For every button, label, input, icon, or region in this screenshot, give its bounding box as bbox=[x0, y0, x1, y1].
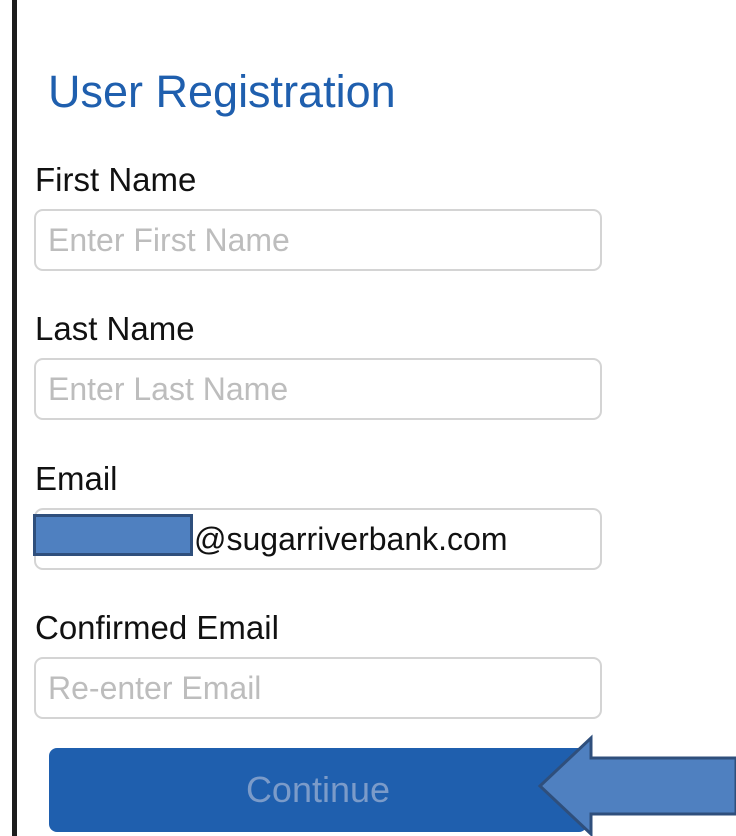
continue-button[interactable]: Continue bbox=[49, 748, 587, 832]
last-name-label: Last Name bbox=[35, 310, 195, 347]
last-name-input[interactable] bbox=[34, 358, 602, 420]
confirmed-email-input[interactable] bbox=[34, 657, 602, 719]
left-border-line bbox=[12, 0, 17, 836]
email-redaction-box bbox=[33, 514, 193, 556]
callout-arrow-icon bbox=[537, 734, 736, 836]
first-name-input[interactable] bbox=[34, 209, 602, 271]
first-name-label: First Name bbox=[35, 161, 197, 198]
callout-arrow-shape bbox=[537, 734, 736, 836]
page-title: User Registration bbox=[48, 66, 396, 117]
confirmed-email-label: Confirmed Email bbox=[35, 609, 279, 646]
email-label: Email bbox=[35, 460, 118, 497]
